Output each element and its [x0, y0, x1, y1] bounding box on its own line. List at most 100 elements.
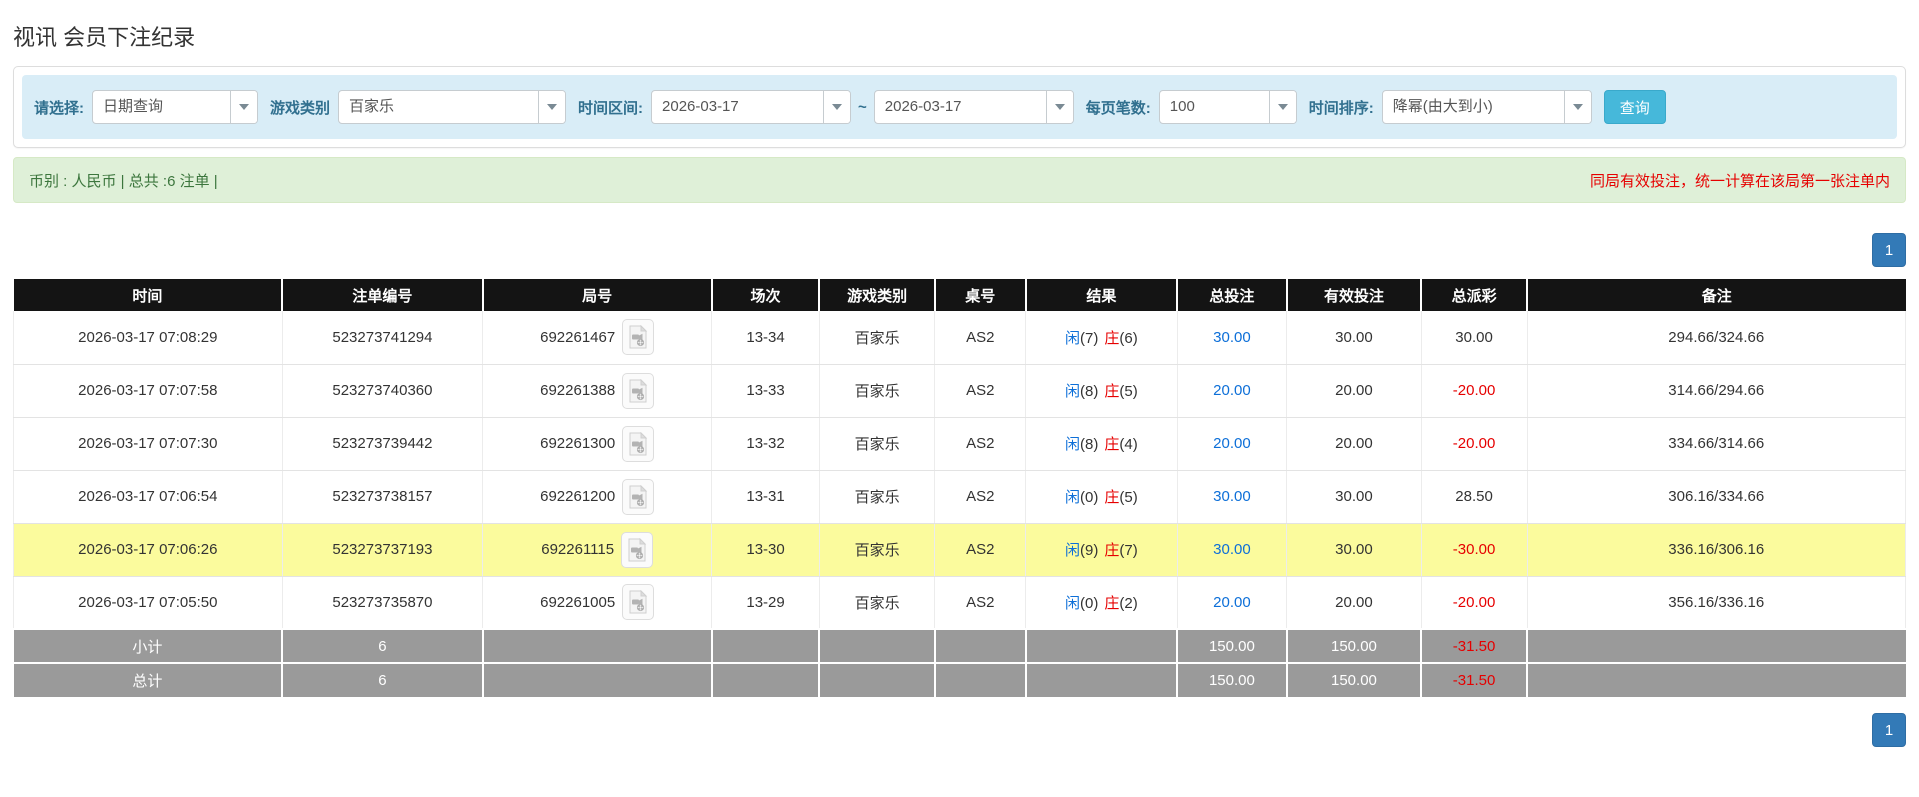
grand-total-row: 总计 6 150.00 150.00 -31.50	[13, 662, 1906, 697]
cell-bet-no: 523273740360	[282, 364, 484, 418]
cell-total-bet: 20.00	[1177, 417, 1288, 471]
cell-total-bet: 30.00	[1177, 523, 1288, 577]
chevron-down-icon[interactable]	[538, 91, 566, 123]
round-no-wrap: 692261005	[487, 584, 707, 621]
valid-bet-warning-text: 同局有效投注，统一计算在该局第一张注单内	[1589, 172, 1890, 190]
cell-empty	[1527, 628, 1906, 663]
column-header-table-no: 桌号	[934, 279, 1027, 311]
cell-empty	[711, 662, 821, 697]
search-button[interactable]: 查询	[1603, 90, 1666, 124]
film-file-icon	[629, 431, 648, 455]
round-no-wrap: 692261467	[487, 319, 707, 356]
cell-valid-bet: 30.00	[1286, 311, 1422, 365]
column-header-session: 场次	[711, 279, 821, 311]
video-replay-button[interactable]	[622, 478, 655, 515]
cell-note: 306.16/334.66	[1527, 470, 1907, 524]
time-sort-select[interactable]: 降幂(由大到小)	[1381, 90, 1592, 124]
cell-empty	[934, 628, 1027, 663]
table-row: 2026-03-17 07:07:30 523273739442 692261300…	[13, 417, 1907, 471]
video-replay-button[interactable]	[622, 584, 655, 621]
cell-round-no: 692261115	[482, 523, 713, 577]
cell-round-no: 692261467	[482, 311, 713, 365]
chevron-down-icon[interactable]	[1563, 91, 1591, 123]
round-no-wrap: 692261200	[487, 478, 707, 515]
film-file-icon	[629, 590, 648, 614]
cell-table-no: AS2	[934, 470, 1027, 524]
table-body: 2026-03-17 07:08:29 523273741294 692261467…	[13, 311, 1907, 630]
cell-time: 2026-03-17 07:08:29	[13, 311, 283, 365]
video-replay-button[interactable]	[622, 319, 655, 356]
result-banker-points: (5)	[1119, 489, 1138, 506]
cell-footer-label: 总计	[13, 662, 284, 697]
cell-valid-bet: 30.00	[1286, 470, 1422, 524]
per-page-select[interactable]: 100	[1158, 90, 1297, 124]
cell-empty	[819, 628, 936, 663]
chevron-down-icon[interactable]	[1268, 91, 1296, 123]
chevron-down-icon[interactable]	[823, 91, 851, 123]
cell-session: 13-32	[711, 417, 820, 471]
cell-bet-no: 523273741294	[282, 311, 484, 365]
round-no-value: 692261115	[541, 541, 615, 558]
cell-empty	[934, 662, 1027, 697]
video-replay-button[interactable]	[621, 531, 654, 568]
cell-game-type: 百家乐	[819, 576, 936, 630]
result-banker-points: (7)	[1119, 542, 1138, 559]
time-range-label: 时间区间:	[578, 99, 644, 117]
date-to-select[interactable]: 2026-03-17	[873, 90, 1074, 124]
cell-game-type: 百家乐	[819, 364, 936, 418]
round-no-value: 692261467	[540, 328, 616, 346]
page-1-button[interactable]: 1	[1872, 713, 1906, 747]
bet-records-table: 时间 注单编号 局号 场次 游戏类别 桌号 结果 总投注 有效投注 总派彩 备注 2026-03-1…	[13, 279, 1907, 697]
pagination-top: 1	[13, 233, 1906, 267]
cell-session: 13-30	[711, 523, 820, 577]
subtotal-row: 小计 6 150.00 150.00 -31.50	[13, 628, 1906, 663]
cell-session: 13-33	[711, 364, 820, 418]
cell-empty	[1025, 628, 1179, 663]
result-player-points: (7)	[1080, 329, 1099, 347]
cell-payout: -30.00	[1421, 523, 1528, 577]
result-banker: 庄	[1104, 383, 1120, 400]
query-mode-select[interactable]: 日期查询	[92, 90, 258, 124]
result-banker: 庄	[1104, 436, 1120, 453]
cell-empty	[1527, 662, 1906, 697]
cell-result: 闲(8) 庄(4)	[1025, 417, 1178, 471]
video-replay-button[interactable]	[622, 425, 655, 462]
cell-footer-valid-bet: 150.00	[1286, 662, 1423, 697]
result-player-points: (0)	[1080, 594, 1099, 612]
cell-time: 2026-03-17 07:05:50	[13, 576, 283, 630]
cell-footer-payout: -31.50	[1421, 662, 1529, 697]
cell-valid-bet: 20.00	[1286, 417, 1422, 471]
date-from-value: 2026-03-17	[662, 98, 739, 115]
header-row: 时间 注单编号 局号 场次 游戏类别 桌号 结果 总投注 有效投注 总派彩 备注	[13, 279, 1906, 311]
film-file-icon	[629, 484, 648, 508]
query-mode-value: 日期查询	[103, 98, 164, 115]
page-1-button[interactable]: 1	[1872, 233, 1906, 267]
round-no-value: 692261300	[540, 435, 616, 452]
column-header-note: 备注	[1527, 279, 1906, 311]
cell-table-no: AS2	[934, 523, 1027, 577]
date-to-value: 2026-03-17	[884, 98, 962, 115]
cell-total-bet: 20.00	[1177, 576, 1288, 630]
video-replay-button[interactable]	[622, 372, 655, 409]
chevron-down-icon[interactable]	[230, 91, 257, 123]
round-no-value: 692261388	[540, 382, 616, 399]
round-no-wrap: 692261388	[487, 372, 707, 409]
cell-result: 闲(7) 庄(6)	[1025, 311, 1178, 365]
round-no-wrap: 692261115	[487, 531, 707, 568]
game-type-select[interactable]: 百家乐	[338, 90, 567, 124]
cell-result: 闲(9) 庄(7)	[1025, 523, 1178, 577]
cell-result: 闲(0) 庄(2)	[1025, 576, 1178, 630]
cell-note: 334.66/314.66	[1527, 417, 1907, 471]
cell-bet-no: 523273737193	[282, 523, 484, 577]
table-header: 时间 注单编号 局号 场次 游戏类别 桌号 结果 总投注 有效投注 总派彩 备注	[13, 279, 1906, 311]
select-mode-label: 请选择:	[34, 99, 84, 117]
page: 视讯 会员下注纪录 请选择: 日期查询 游戏类别 百家乐 时间区间: 2026-…	[0, 0, 1919, 775]
cell-round-no: 692261388	[482, 364, 713, 418]
chevron-down-icon[interactable]	[1045, 91, 1073, 123]
round-no-value: 692261005	[540, 593, 616, 611]
game-type-label: 游戏类别	[270, 99, 331, 117]
date-from-select[interactable]: 2026-03-17	[651, 90, 852, 124]
time-sort-label: 时间排序:	[1308, 99, 1374, 117]
column-header-bet-no: 注单编号	[282, 279, 484, 311]
column-header-result: 结果	[1025, 279, 1179, 311]
